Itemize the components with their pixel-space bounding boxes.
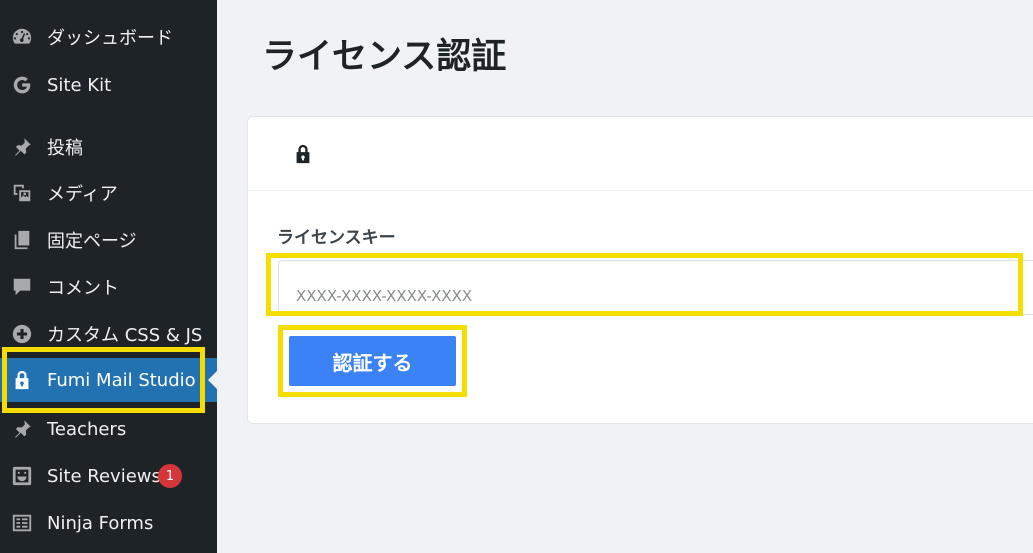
sidebar-item-ninja-forms[interactable]: Ninja Forms [0,501,217,545]
sidebar-item-label: メディア [47,184,118,205]
lock-icon [292,143,314,165]
license-key-label: ライセンスキー [277,228,396,248]
lock-icon [10,368,34,392]
reviews-icon [10,464,34,488]
card-header [248,117,1033,191]
sidebar-item-label: 投稿 [47,138,83,159]
active-indicator-arrow [208,371,217,389]
sidebar-item-teachers[interactable]: Teachers [0,407,217,451]
sidebar-item-media[interactable]: メディア [0,171,217,215]
plus-circle-icon [10,322,34,346]
sidebar-item-label: Teachers [47,418,127,440]
sidebar-item-label: Site Reviews [47,465,161,487]
pin-icon [10,417,34,441]
sidebar-item-label: Site Kit [47,74,112,96]
sidebar-item-label: カスタム CSS & JS [47,325,203,346]
sidebar-item-posts[interactable]: 投稿 [0,125,217,169]
verify-button[interactable]: 認証する [289,336,456,386]
page-title: ライセンス認証 [262,37,507,77]
pages-icon [10,228,34,252]
license-key-input[interactable] [278,260,1033,315]
sidebar-item-comments[interactable]: コメント [0,265,217,309]
media-icon [10,181,34,205]
sidebar-item-label: ダッシュボード [47,28,173,49]
sidebar-item-custom-css-js[interactable]: カスタム CSS & JS [0,312,217,356]
dashboard-icon [10,25,34,49]
sidebar-item-label: 固定ページ [47,231,137,252]
sidebar-item-site-reviews[interactable]: Site Reviews 1 [0,454,217,498]
sidebar-item-site-kit[interactable]: Site Kit [0,63,217,107]
sidebar-item-dashboard[interactable]: ダッシュボード [0,15,217,59]
sidebar-item-pages[interactable]: 固定ページ [0,218,217,262]
notification-badge: 1 [158,464,182,488]
pin-icon [10,135,34,159]
sidebar-item-label: Ninja Forms [47,512,154,534]
sidebar-item-label: コメント [47,278,119,299]
sidebar-item-fumi-mail-studio[interactable]: Fumi Mail Studio [0,358,217,402]
sidebar-item-label: Fumi Mail Studio [47,369,196,391]
admin-sidebar: ダッシュボード Site Kit 投稿 メディア 固定ページ コメント カスタム… [0,0,217,553]
comment-icon [10,275,34,299]
forms-icon [10,511,34,535]
google-g-icon [10,73,34,97]
